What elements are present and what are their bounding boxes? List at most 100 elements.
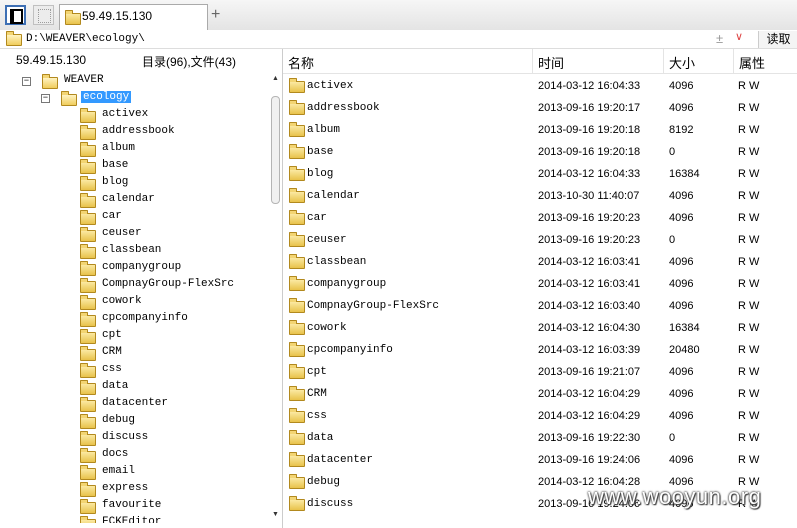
read-button[interactable]: 读取 <box>758 31 797 48</box>
table-row[interactable]: activex 2014-03-12 16:04:33 4096 R W <box>283 75 797 97</box>
file-attr: R W <box>738 278 760 290</box>
folder-icon <box>289 298 305 313</box>
scroll-up-icon[interactable]: ▲ <box>272 75 279 82</box>
file-name: companygroup <box>307 278 387 290</box>
tree-node-label: classbean <box>102 244 162 256</box>
folder-icon <box>289 254 305 269</box>
table-row[interactable]: album 2013-09-16 19:20:18 8192 R W <box>283 119 797 141</box>
folder-icon <box>289 430 305 445</box>
file-attr: R W <box>738 146 760 158</box>
folder-icon <box>289 342 305 357</box>
table-row[interactable]: cpcompanyinfo 2014-03-12 16:03:39 20480 R W <box>283 339 797 361</box>
file-time: 2013-09-16 19:21:07 <box>538 366 641 378</box>
column-divider <box>532 49 533 73</box>
column-header-name[interactable]: 名称 <box>288 53 314 73</box>
watermark: www.wooyun.org <box>588 484 762 509</box>
tree-node-label: ceuser <box>102 227 142 239</box>
folder-icon <box>80 363 96 378</box>
table-row[interactable]: CRM 2014-03-12 16:04:29 4096 R W <box>283 383 797 405</box>
table-row[interactable]: classbean 2014-03-12 16:03:41 4096 R W <box>283 251 797 273</box>
folder-icon <box>42 74 58 89</box>
file-time: 2013-09-16 19:24:06 <box>538 454 641 466</box>
column-divider <box>733 49 734 73</box>
folder-icon <box>289 474 305 489</box>
tree-header: 59.49.15.130 目录(96),文件(43) <box>0 49 282 71</box>
file-name: cowork <box>307 322 347 334</box>
table-row[interactable]: addressbook 2013-09-16 19:20:17 4096 R W <box>283 97 797 119</box>
tree-node-label: favourite <box>102 499 162 511</box>
file-attr: R W <box>738 454 760 466</box>
file-size: 0 <box>669 432 676 444</box>
folder-icon <box>289 364 305 379</box>
file-time: 2013-09-16 19:20:23 <box>538 234 641 246</box>
table-row[interactable]: data 2013-09-16 19:22:30 0 R W <box>283 427 797 449</box>
blank-page-icon[interactable] <box>33 5 54 25</box>
folder-icon <box>289 276 305 291</box>
file-name: car <box>307 212 327 224</box>
tree-node-label: activex <box>102 108 149 120</box>
file-time: 2014-03-12 16:03:41 <box>538 256 641 268</box>
file-size: 4096 <box>669 388 694 400</box>
folder-icon <box>80 431 96 446</box>
directory-tree: − WEAVER − ecology activex addressbook album ba… <box>0 71 270 523</box>
file-time: 2014-03-12 16:03:40 <box>538 300 641 312</box>
tree-node-label: addressbook <box>102 125 175 137</box>
table-row[interactable]: calendar 2013-10-30 11:40:07 4096 R W <box>283 185 797 207</box>
folder-icon <box>80 414 96 429</box>
collapse-toggle-icon[interactable]: − <box>22 77 31 86</box>
collapse-toggle-icon[interactable]: − <box>41 94 50 103</box>
table-row[interactable]: companygroup 2014-03-12 16:03:41 4096 R W <box>283 273 797 295</box>
column-header-time[interactable]: 时间 <box>538 53 564 73</box>
table-row[interactable]: ceuser 2013-09-16 19:20:23 0 R W <box>283 229 797 251</box>
scrollbar-thumb[interactable] <box>271 96 280 204</box>
folder-icon <box>80 159 96 174</box>
tab-bar: 59.49.15.130 + <box>0 0 797 31</box>
file-name: cpcompanyinfo <box>307 344 393 356</box>
folder-icon <box>80 261 96 276</box>
folder-icon <box>6 31 22 46</box>
table-row[interactable]: datacenter 2013-09-16 19:24:06 4096 R W <box>283 449 797 471</box>
tree-node-label: calendar <box>102 193 155 205</box>
tree-node-label: CRM <box>102 346 122 358</box>
column-header-attr[interactable]: 属性 <box>739 53 765 73</box>
file-time: 2013-09-16 19:22:30 <box>538 432 641 444</box>
pin-icon[interactable]: ± <box>716 31 723 46</box>
chevron-down-icon[interactable]: ∨ <box>735 30 743 43</box>
file-list-panel: 名称 时间 大小 属性 activex 2014-03-12 16:04:33 40… <box>283 49 797 528</box>
path-input[interactable] <box>22 30 712 48</box>
file-time: 2013-09-16 19:20:18 <box>538 124 641 136</box>
table-row[interactable]: base 2013-09-16 19:20:18 0 R W <box>283 141 797 163</box>
tab-host[interactable]: 59.49.15.130 <box>59 4 208 30</box>
table-row[interactable]: car 2013-09-16 19:20:23 4096 R W <box>283 207 797 229</box>
file-time: 2014-03-12 16:04:29 <box>538 410 641 422</box>
table-row[interactable]: css 2014-03-12 16:04:29 4096 R W <box>283 405 797 427</box>
table-row[interactable]: CompnayGroup-FlexSrc 2014-03-12 16:03:40 4… <box>283 295 797 317</box>
tree-node-label: datacenter <box>102 397 169 409</box>
column-header-size[interactable]: 大小 <box>669 53 695 73</box>
add-tab-button[interactable]: + <box>211 6 220 24</box>
scroll-down-icon[interactable]: ▼ <box>272 511 279 518</box>
folder-icon <box>289 320 305 335</box>
file-name: debug <box>307 476 341 488</box>
file-name: blog <box>307 168 334 180</box>
tree-node-label: email <box>102 465 136 477</box>
file-name: data <box>307 432 334 444</box>
panel-toggle-icon[interactable] <box>5 5 26 25</box>
tab-label: 59.49.15.130 <box>82 9 153 23</box>
file-time: 2014-03-12 16:03:39 <box>538 344 641 356</box>
file-time: 2014-03-12 16:04:30 <box>538 322 641 334</box>
folder-icon <box>80 210 96 225</box>
tree-node-label: base <box>102 159 129 171</box>
table-row[interactable]: cpt 2013-09-16 19:21:07 4096 R W <box>283 361 797 383</box>
file-time: 2014-03-12 16:03:41 <box>538 278 641 290</box>
file-attr: R W <box>738 410 760 422</box>
file-size: 16384 <box>669 322 700 334</box>
file-attr: R W <box>738 124 760 136</box>
file-attr: R W <box>738 388 760 400</box>
table-row[interactable]: blog 2014-03-12 16:04:33 16384 R W <box>283 163 797 185</box>
folder-icon <box>80 346 96 361</box>
tree-scrollbar[interactable]: ▲ ▼ <box>270 71 280 523</box>
folder-icon <box>80 465 96 480</box>
file-size: 20480 <box>669 344 700 356</box>
table-row[interactable]: cowork 2014-03-12 16:04:30 16384 R W <box>283 317 797 339</box>
